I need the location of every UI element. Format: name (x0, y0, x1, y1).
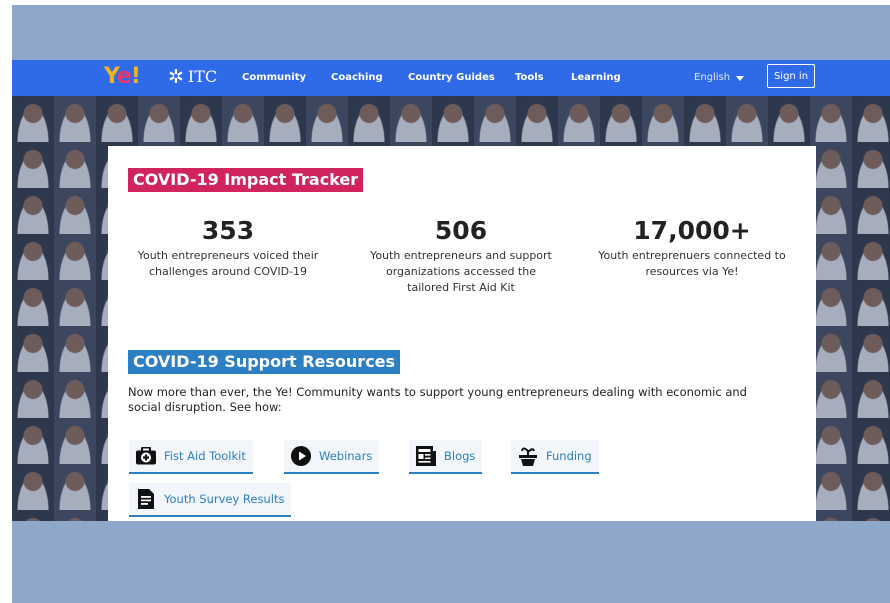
impact-tracker-heading: COVID-19 Impact Tracker (128, 168, 364, 192)
covid-content-card: COVID-19 Impact Tracker 353 Youth entrep… (108, 146, 816, 521)
nav-link-learning[interactable]: Learning (571, 71, 621, 85)
itc-logo[interactable]: ✲ ITC (168, 66, 217, 88)
button-label: Blogs (444, 449, 476, 463)
button-label: Webinars (319, 449, 373, 463)
blogs-button[interactable]: Blogs (409, 440, 483, 474)
stat-description: Youth entrepreneurs voiced their challen… (137, 249, 319, 278)
stat-value: 17,000+ (633, 216, 751, 245)
play-circle-icon (291, 446, 311, 466)
button-label: Youth Survey Results (164, 492, 285, 506)
language-label: English (694, 72, 731, 83)
support-intro-text: Now more than ever, the Ye! Community wa… (128, 385, 747, 414)
stat-value: 506 (434, 216, 488, 245)
support-resources-heading: COVID-19 Support Resources (128, 350, 401, 374)
stat-voiced-challenges: 353 Youth entrepreneurs voiced their cha… (123, 216, 333, 280)
button-label: Funding (546, 449, 592, 463)
funding-button[interactable]: Funding (511, 440, 599, 474)
stat-value: 353 (201, 216, 255, 245)
first-aid-kit-icon (136, 446, 156, 466)
nav-link-coaching[interactable]: Coaching (331, 71, 383, 85)
stat-description: Youth entreprenuers connected to resourc… (598, 249, 786, 278)
nav-link-country-guides[interactable]: Country Guides (408, 71, 495, 85)
newspaper-icon (416, 446, 436, 466)
button-label: Fist Aid Toolkit (164, 449, 246, 463)
youth-survey-results-button[interactable]: Youth Survey Results (129, 483, 292, 517)
stat-first-aid-kit: 506 Youth entrepreneurs and support orga… (356, 216, 566, 296)
document-icon (136, 489, 156, 509)
bottom-band (12, 521, 890, 603)
screenshot-frame: Ye! ✲ ITC Community Coaching Country Gui… (12, 5, 890, 603)
sign-in-button[interactable]: Sign in (767, 64, 815, 88)
ye-logo[interactable]: Ye! (104, 63, 141, 91)
stat-connected: 17,000+ Youth entreprenuers connected to… (587, 216, 797, 280)
nav-link-tools[interactable]: Tools (515, 71, 544, 85)
itc-star-icon: ✲ (168, 66, 184, 88)
webinars-button[interactable]: Webinars (284, 440, 380, 474)
stat-description: Youth entrepreneurs and support organiza… (370, 249, 552, 294)
hero-photo-mosaic: COVID-19 Impact Tracker 353 Youth entrep… (12, 96, 890, 521)
top-navbar: Ye! ✲ ITC Community Coaching Country Gui… (12, 60, 890, 96)
plant-pot-icon (518, 446, 538, 466)
nav-link-community[interactable]: Community (242, 71, 306, 85)
language-selector[interactable]: English (694, 71, 745, 85)
first-aid-toolkit-button[interactable]: Fist Aid Toolkit (129, 440, 253, 474)
caret-down-icon (736, 75, 745, 81)
